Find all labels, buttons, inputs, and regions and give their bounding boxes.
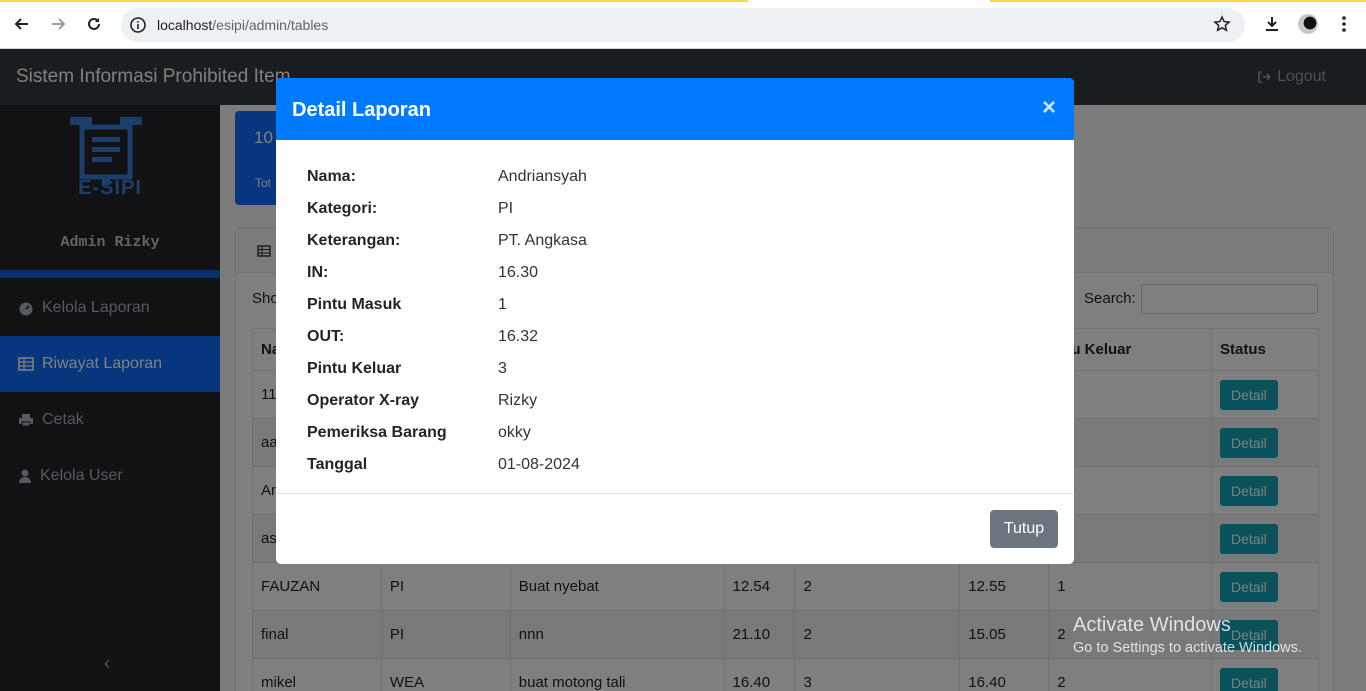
detail-key: Pemeriksa Barang — [307, 424, 447, 441]
detail-key: Tanggal — [307, 456, 368, 473]
detail-value: 1 — [498, 296, 507, 313]
detail-value: PI — [498, 200, 514, 217]
bookmark-star-icon[interactable] — [1213, 15, 1231, 37]
modal-title: Detail Laporan — [292, 99, 431, 121]
modal-footer-divider — [276, 493, 1074, 494]
close-icon[interactable]: × — [1042, 94, 1056, 122]
detail-row: Kategori: PI — [307, 193, 587, 225]
menu-kebab-icon[interactable] — [1332, 12, 1356, 36]
detail-key: Operator X-ray — [307, 392, 420, 409]
detail-value: PT. Angkasa — [498, 232, 587, 249]
detail-row: IN: 16.30 — [307, 257, 587, 289]
reload-icon[interactable] — [82, 12, 106, 36]
detail-key: Pintu Masuk — [307, 296, 402, 313]
url-text[interactable]: localhost/esipi/admin/tables — [157, 17, 328, 33]
profile-avatar[interactable] — [1296, 12, 1320, 36]
site-info-icon[interactable] — [129, 16, 147, 34]
detail-row: Pintu Masuk 1 — [307, 289, 587, 321]
detail-key: Kategori: — [307, 200, 378, 217]
browser-toolbar: localhost/esipi/admin/tables — [0, 0, 1366, 49]
detail-value: 01-08-2024 — [498, 456, 580, 473]
detail-row: Pintu Keluar 3 — [307, 353, 587, 385]
detail-key: Pintu Keluar — [307, 360, 402, 377]
detail-row: Nama: Andriansyah — [307, 161, 587, 193]
detail-row: Operator X-ray Rizky — [307, 385, 587, 417]
url-path: /esipi/admin/tables — [212, 17, 329, 33]
detail-value: 16.30 — [498, 264, 539, 281]
detail-list: Nama: Andriansyah Kategori: PI Keterangan:… — [307, 161, 587, 481]
detail-value: Rizky — [498, 392, 538, 409]
detail-row: Pemeriksa Barang okky — [307, 417, 587, 449]
tab-strip-accent — [990, 0, 1366, 2]
url-host: localhost — [157, 17, 213, 33]
watermark-subtitle: Go to Settings to activate Windows. — [1073, 640, 1302, 656]
detail-modal: Detail Laporan × Nama: Andriansyah Katego… — [276, 78, 1074, 564]
detail-key: Nama: — [307, 168, 356, 185]
detail-key: IN: — [307, 264, 329, 281]
address-bar[interactable]: localhost/esipi/admin/tables — [121, 8, 1245, 42]
detail-value: okky — [498, 424, 531, 441]
tab-strip-accent — [0, 0, 748, 2]
detail-value: 3 — [498, 360, 507, 377]
detail-row: Tanggal 01-08-2024 — [307, 449, 587, 481]
download-icon[interactable] — [1260, 12, 1284, 36]
detail-key: OUT: — [307, 328, 345, 345]
detail-key: Keterangan: — [307, 232, 401, 249]
back-icon[interactable] — [10, 12, 34, 36]
windows-activation-watermark: Activate Windows Go to Settings to activ… — [1073, 614, 1302, 656]
modal-header: Detail Laporan × — [276, 78, 1074, 140]
watermark-title: Activate Windows — [1073, 614, 1231, 636]
detail-row: OUT: 16.32 — [307, 321, 587, 353]
detail-value: 16.32 — [498, 328, 539, 345]
forward-icon[interactable] — [46, 12, 70, 36]
avatar-icon — [1298, 14, 1318, 34]
close-button[interactable]: Tutup — [990, 510, 1058, 548]
detail-row: Keterangan: PT. Angkasa — [307, 225, 587, 257]
detail-value: Andriansyah — [498, 168, 587, 185]
